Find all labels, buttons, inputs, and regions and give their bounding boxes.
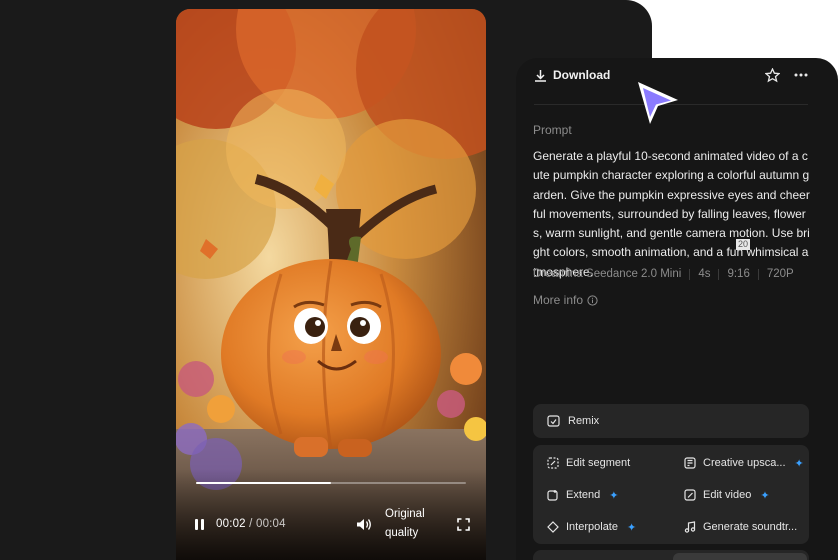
premium-sparkle-icon: ✦ (626, 521, 637, 534)
star-icon[interactable] (765, 67, 780, 83)
time-separator: / (245, 518, 256, 530)
edit-segment-icon (547, 457, 559, 469)
edit-tools-panel: Edit segment Creative upsca... ✦ Extend … (533, 445, 809, 544)
cursor-pointer-icon (632, 78, 682, 133)
more-info-label: More info (533, 293, 584, 307)
overlay-badge: 20 (736, 239, 751, 250)
edit-video-button[interactable]: Edit video ✦ (684, 485, 770, 505)
pause-button[interactable] (192, 517, 206, 531)
progress-bar[interactable] (196, 482, 466, 484)
player-controls: 00:02 / 00:04 Original quality (176, 480, 486, 560)
meta-separator (718, 268, 720, 280)
edit-video-label: Edit video (703, 489, 752, 501)
fullscreen-icon[interactable] (457, 517, 470, 531)
volume-icon[interactable] (356, 518, 371, 531)
more-icon[interactable] (794, 73, 808, 77)
extend-button[interactable]: Extend ✦ (547, 485, 618, 505)
resolution: 720P (766, 268, 794, 280)
prompt-text: Generate a playful 10-second animated vi… (533, 149, 810, 279)
generation-meta: Dreamina Seedance 2.0 Mini 4s 9:16 720P (533, 268, 794, 280)
premium-sparkle-icon: ✦ (794, 457, 804, 470)
upscale-icon (684, 457, 696, 469)
edit-segment-button[interactable]: Edit segment (547, 453, 630, 473)
download-button[interactable]: Download (534, 68, 610, 82)
edit-segment-label: Edit segment (566, 457, 631, 469)
info-icon (587, 294, 598, 306)
interpolate-label: Interpolate (566, 521, 618, 533)
extend-icon (547, 489, 559, 501)
creative-upscale-button[interactable]: Creative upsca... ✦ (684, 453, 804, 473)
meta-separator (757, 268, 759, 280)
remix-button[interactable]: Remix (533, 404, 809, 438)
model-name: Dreamina Seedance 2.0 Mini (533, 268, 682, 280)
playback-time: 00:02 / 00:04 (216, 518, 286, 530)
generate-soundtrack-button[interactable]: Generate soundtr... (684, 517, 797, 537)
edit-video-icon (684, 489, 696, 501)
quality-selector[interactable]: Original quality (385, 505, 441, 543)
download-icon (534, 69, 547, 82)
current-time: 00:02 (216, 518, 246, 530)
more-info-link[interactable]: More info (533, 293, 598, 307)
video-frame (176, 9, 486, 560)
generate-soundtrack-label: Generate soundtr... (703, 521, 798, 533)
progress-fill (196, 482, 331, 484)
interpolate-icon (547, 521, 559, 533)
prompt-label: Prompt (533, 123, 572, 137)
music-note-icon (684, 521, 696, 533)
extend-label: Extend (566, 489, 601, 501)
premium-sparkle-icon: ✦ (760, 489, 770, 502)
video-length: 4s (698, 268, 711, 280)
duration: 00:04 (255, 518, 286, 530)
remix-label: Remix (568, 415, 600, 427)
premium-sparkle-icon: ✦ (609, 489, 619, 502)
video-player[interactable]: 00:02 / 00:04 Original quality (176, 9, 486, 560)
download-label: Download (553, 68, 611, 82)
more-actions-row (533, 550, 809, 560)
aspect-ratio: 9:16 (727, 268, 750, 280)
more-actions-button[interactable] (673, 553, 807, 560)
remix-icon (547, 415, 560, 427)
meta-separator (689, 268, 691, 280)
interpolate-button[interactable]: Interpolate ✦ (547, 517, 636, 537)
creative-upscale-label: Creative upsca... (703, 457, 786, 469)
